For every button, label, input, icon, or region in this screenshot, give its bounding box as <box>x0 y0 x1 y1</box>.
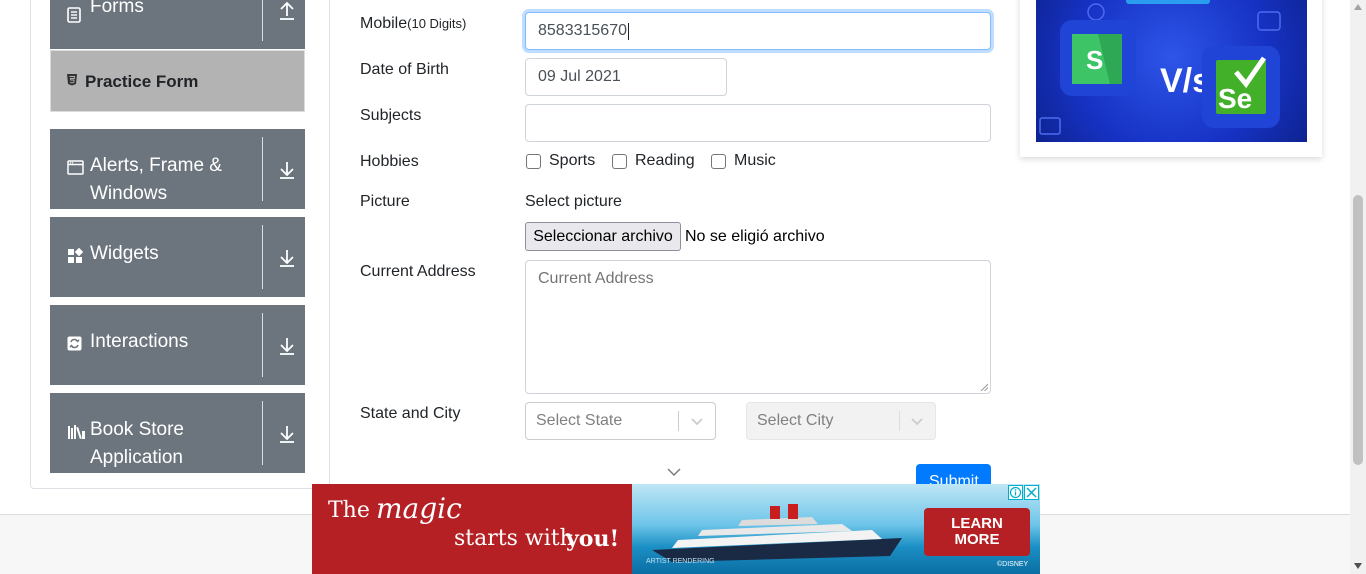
cta-line2: MORE <box>954 531 1000 548</box>
ad-brand: ©DISNEY <box>997 560 1029 568</box>
mobile-input[interactable]: 8583315670 <box>525 12 991 50</box>
side-advertisement[interactable]: S V/s Se <box>1020 0 1322 157</box>
sidebar-group-label-line2: Application <box>90 447 183 468</box>
hobby-sports-checkbox[interactable] <box>526 154 541 169</box>
ad-info-icon[interactable] <box>1008 485 1023 500</box>
download-arrow-icon[interactable] <box>276 159 298 181</box>
file-status: No se eligió archivo <box>685 228 825 245</box>
scrollbar-thumb[interactable] <box>1353 195 1363 465</box>
sidebar-group-label: Widgets <box>90 243 159 264</box>
books-icon <box>67 424 86 445</box>
file-upload-button[interactable]: Seleccionar archivo <box>525 222 681 251</box>
chevron-down-icon <box>911 418 923 426</box>
sidebar-item-label: Practice Form <box>85 72 199 91</box>
state-select[interactable]: Select State <box>525 402 716 440</box>
dob-input[interactable]: 09 Jul 2021 <box>525 58 727 96</box>
ad-text-panel: The magic starts with you! <box>312 484 632 574</box>
dob-label: Date of Birth <box>360 61 449 78</box>
resize-handle-icon[interactable] <box>980 383 988 391</box>
text-caret <box>627 22 629 40</box>
hobby-music-checkbox[interactable] <box>711 154 726 169</box>
address-placeholder: Current Address <box>538 270 654 287</box>
sidebar-group-label-line2: Windows <box>90 183 168 204</box>
cta-line1: LEARN <box>951 515 1003 532</box>
ad-headline-word: The <box>328 498 370 523</box>
current-address-textarea[interactable]: Current Address <box>525 260 991 394</box>
ad-headline-emphasis: you! <box>566 526 620 552</box>
sidebar-group-widgets[interactable]: Widgets <box>50 217 305 297</box>
ad-close-icon[interactable] <box>1024 485 1039 500</box>
sidebar-group-label: Forms <box>90 0 144 17</box>
side-ad-image: S V/s Se <box>1036 0 1307 142</box>
hobby-reading-label[interactable]: Reading <box>635 152 695 170</box>
window-icon <box>67 160 84 180</box>
sidebar-group-label: Book Store <box>90 419 184 440</box>
form-icon <box>67 7 81 28</box>
mobile-label: Mobile(10 Digits) <box>360 15 467 32</box>
download-arrow-icon[interactable] <box>276 247 298 269</box>
mobile-hint: (10 Digits) <box>407 16 467 31</box>
download-arrow-icon[interactable] <box>276 423 298 445</box>
divider <box>262 137 263 201</box>
hobby-music-label[interactable]: Music <box>734 152 776 170</box>
learn-more-button[interactable]: LEARN MORE <box>924 508 1030 556</box>
svg-text:Se: Se <box>1218 83 1252 114</box>
chevron-down-icon <box>691 418 703 426</box>
city-placeholder: Select City <box>757 412 834 429</box>
ad-small-text: ARTIST RENDERING <box>646 558 715 565</box>
divider <box>262 0 263 41</box>
sidebar-group-book-store[interactable]: Book Store Application <box>50 393 305 473</box>
picture-label: Picture <box>360 193 410 210</box>
divider <box>262 401 263 465</box>
download-arrow-icon[interactable] <box>276 335 298 357</box>
state-placeholder: Select State <box>536 412 623 429</box>
sidebar-group-interactions[interactable]: Interactions <box>50 305 305 385</box>
select-separator <box>899 411 900 431</box>
mobile-value: 8583315670 <box>538 22 627 39</box>
chevron-down-icon <box>667 468 681 476</box>
divider <box>262 225 263 289</box>
svg-text:S: S <box>1086 45 1103 75</box>
sidebar-group-alerts[interactable]: Alerts, Frame & Windows <box>50 129 305 209</box>
ad-headline-line2: starts with <box>454 526 574 551</box>
scroll-up-icon[interactable] <box>1354 4 1362 10</box>
subjects-label: Subjects <box>360 107 422 124</box>
state-city-label: State and City <box>360 405 461 422</box>
divider <box>262 313 263 377</box>
bottom-advertisement[interactable]: The magic starts with you! ARTIST RENDER… <box>312 484 1040 574</box>
select-separator <box>678 411 679 431</box>
hobby-sports-label[interactable]: Sports <box>549 152 595 170</box>
widgets-icon <box>67 247 84 269</box>
scroll-down-icon[interactable] <box>1354 563 1362 569</box>
subjects-input[interactable] <box>525 104 991 142</box>
hobby-reading-checkbox[interactable] <box>612 154 627 169</box>
html5-icon <box>66 73 78 89</box>
sidebar-item-practice-form[interactable]: Practice Form <box>50 50 305 112</box>
address-label: Current Address <box>360 263 476 280</box>
ad-headline-script: magic <box>376 492 462 525</box>
dob-value: 09 Jul 2021 <box>538 68 621 85</box>
sidebar-group-label: Alerts, Frame & <box>90 155 222 176</box>
city-select[interactable]: Select City <box>746 402 936 440</box>
katalon-vs-selenium-graphic: S V/s Se <box>1039 0 1281 135</box>
upload-arrow-icon[interactable] <box>276 0 298 22</box>
sidebar-group-label: Interactions <box>90 331 189 352</box>
hobbies-label: Hobbies <box>360 153 419 170</box>
picture-prompt: Select picture <box>525 193 622 210</box>
interactions-icon <box>67 336 82 356</box>
sidebar-group-forms[interactable]: Forms <box>50 0 305 49</box>
